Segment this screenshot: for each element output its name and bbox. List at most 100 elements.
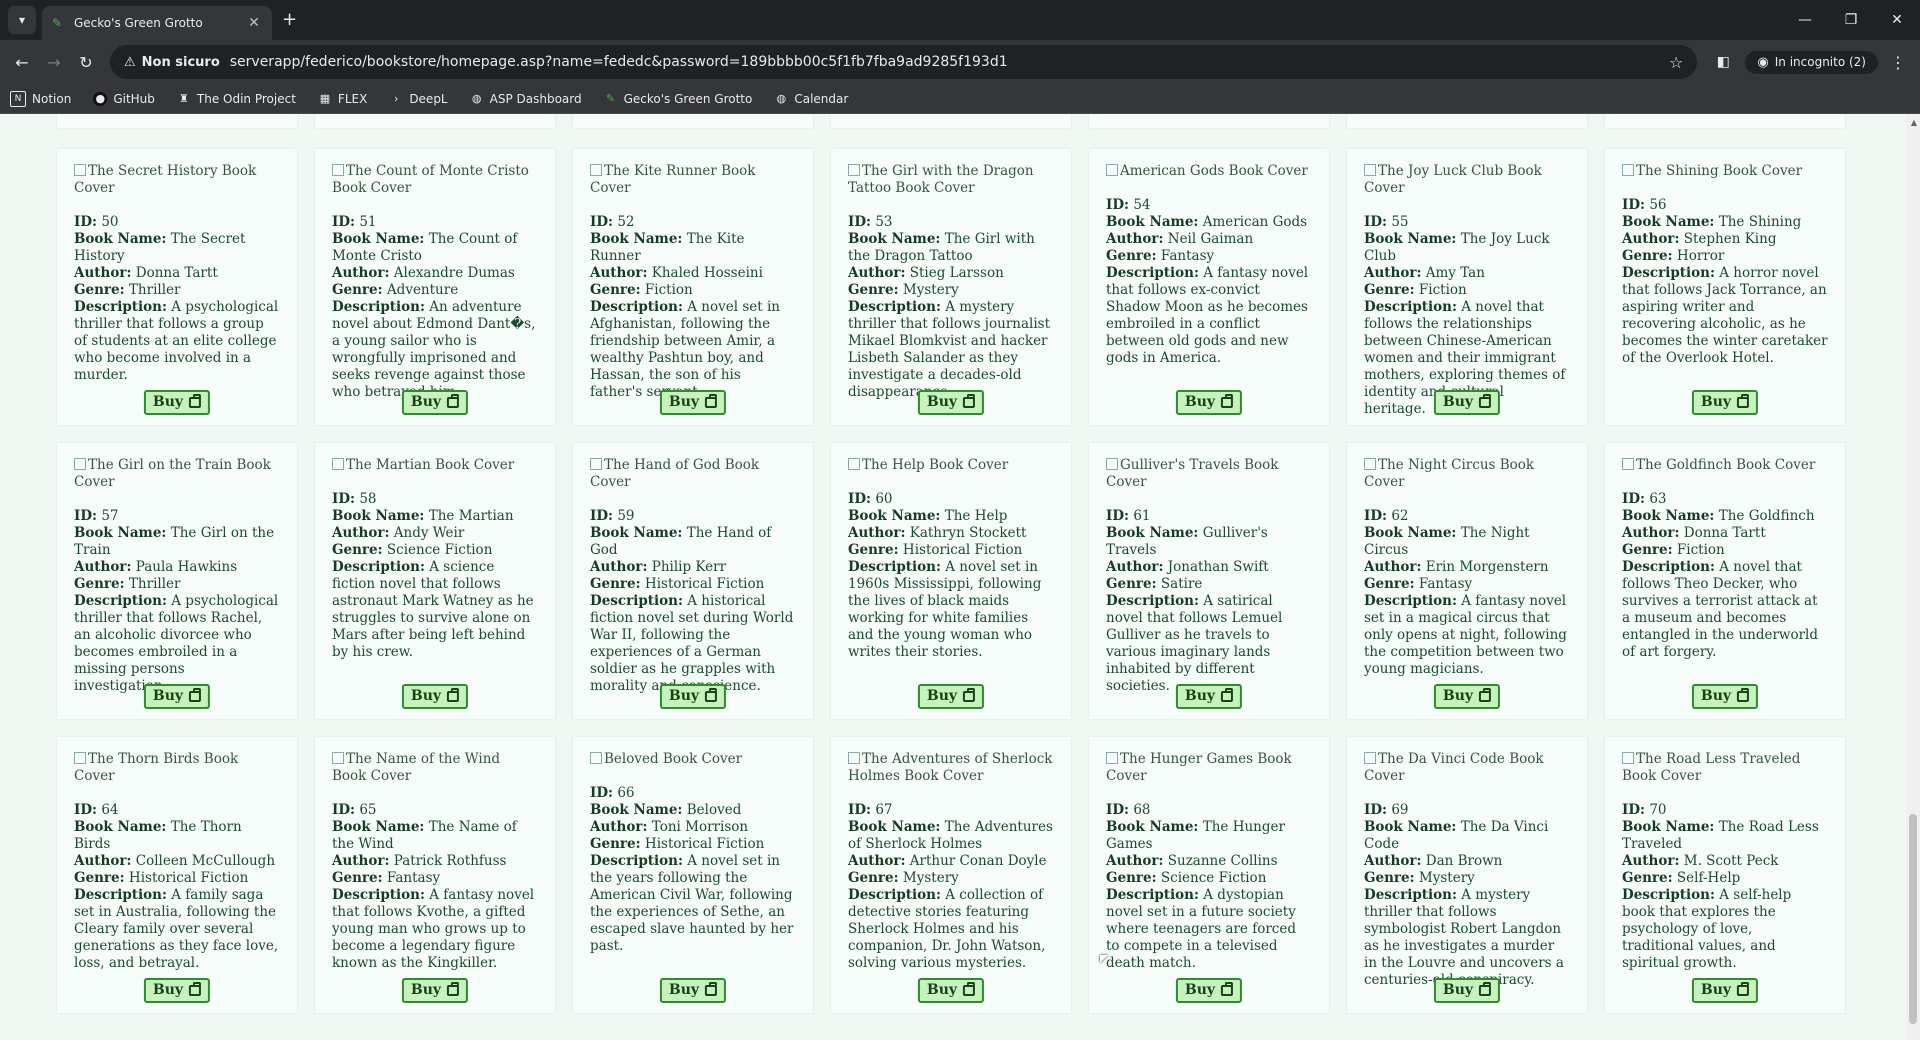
broken-image-icon [1622, 752, 1634, 764]
buy-button[interactable]: Buy [1691, 390, 1759, 415]
book-name: Book Name: The Joy Luck Club [1364, 231, 1550, 264]
tab-search-button[interactable]: ▾ [8, 6, 36, 34]
broken-image-icon [1622, 164, 1634, 176]
book-name: Book Name: The Secret History [74, 231, 246, 264]
buy-button[interactable]: Buy [1175, 390, 1243, 415]
active-tab[interactable]: ✎ Gecko's Green Grotto ✕ [42, 6, 272, 40]
warning-icon[interactable]: ⚠ [124, 55, 136, 70]
book-genre: Genre: Mystery [1364, 870, 1475, 886]
card-edge [831, 114, 1071, 128]
book-name: Book Name: The Adventures of Sherlock Ho… [848, 819, 1053, 852]
book-card: Gulliver's Travels Book Cover ID: 61 Book … [1089, 443, 1329, 719]
book-genre: Genre: Historical Fiction [590, 836, 765, 852]
broken-image-icon [848, 458, 860, 470]
scrollbar-thumb[interactable] [1909, 814, 1917, 1024]
book-id: ID: 53 [848, 214, 893, 230]
tab-strip: ▾ ✎ Gecko's Green Grotto ✕ + — ❐ ✕ [0, 0, 1920, 40]
broken-image-icon [332, 458, 344, 470]
forward-icon[interactable]: → [40, 48, 68, 76]
address-bar[interactable]: ⚠ Non sicuro serverapp/federico/bookstor… [110, 45, 1698, 79]
book-description: Description: A novel set in Afghanistan,… [590, 299, 780, 400]
book-author: Author: Amy Tan [1364, 265, 1485, 281]
book-name: Book Name: Beloved [590, 802, 742, 818]
scroll-up-icon[interactable]: ▲ [1911, 118, 1917, 127]
url-text[interactable]: serverapp/federico/bookstore/homepage.as… [230, 54, 1669, 70]
book-card: The Martian Book Cover ID: 58 Book Name: T… [315, 443, 555, 719]
buy-button[interactable]: Buy [1175, 684, 1243, 709]
book-id: ID: 59 [590, 508, 635, 524]
book-author: Author: Kathryn Stockett [848, 525, 1027, 541]
close-tab-icon[interactable]: ✕ [246, 15, 262, 31]
book-cover-image: The Thorn Birds Book Cover [74, 751, 239, 784]
book-card: The Girl on the Train Book Cover ID: 57 Bo… [57, 443, 297, 719]
page-scrollbar[interactable]: ▲ [1906, 114, 1920, 1040]
book-description: Description: A mystery thriller that fol… [1364, 887, 1564, 988]
cart-icon [1737, 982, 1750, 996]
book-description: Description: A fantasy novel that follow… [332, 887, 535, 971]
bookmark-deepl[interactable]: › DeepL [389, 92, 448, 106]
buy-button[interactable]: Buy [917, 390, 985, 415]
buy-button[interactable]: Buy [143, 684, 211, 709]
not-secure-label[interactable]: Non sicuro [142, 55, 230, 70]
bookmark-notion[interactable]: N Notion [10, 90, 71, 107]
book-genre: Genre: Thriller [74, 576, 181, 592]
buy-button[interactable]: Buy [1433, 390, 1501, 415]
book-genre: Genre: Historical Fiction [590, 576, 765, 592]
bookmark-asp-dashboard[interactable]: ◍ ASP Dashboard [470, 92, 582, 106]
book-cover-image: The Girl with the Dragon Tattoo Book Cov… [848, 163, 1034, 196]
bookmark-github[interactable]: ● GitHub [93, 91, 155, 106]
book-name: Book Name: Gulliver's Travels [1106, 525, 1268, 558]
book-name: Book Name: The Shining [1622, 214, 1802, 230]
cart-icon [705, 394, 718, 408]
bookmark-geckos-green-grotto[interactable]: ✎ Gecko's Green Grotto [604, 92, 752, 106]
book-genre: Genre: Science Fiction [332, 542, 493, 558]
cart-icon [1479, 982, 1492, 996]
card-edge [57, 114, 297, 128]
buy-button[interactable]: Buy [401, 390, 469, 415]
book-id: ID: 57 [74, 508, 119, 524]
broken-image-icon [848, 752, 860, 764]
minimize-icon[interactable]: — [1782, 0, 1828, 40]
back-icon[interactable]: ← [8, 48, 36, 76]
close-window-icon[interactable]: ✕ [1874, 0, 1920, 40]
broken-image-icon [590, 752, 602, 764]
bookmark-calendar[interactable]: ◍ Calendar [774, 92, 849, 106]
buy-button[interactable]: Buy [1691, 978, 1759, 1003]
bookmark-odin-project[interactable]: ♜ The Odin Project [177, 92, 296, 106]
reload-icon[interactable]: ↻ [72, 48, 100, 76]
book-card: The Night Circus Book Cover ID: 62 Book Na… [1347, 443, 1587, 719]
buy-button[interactable]: Buy [143, 390, 211, 415]
buy-button[interactable]: Buy [917, 684, 985, 709]
book-cover-image: The Road Less Traveled Book Cover [1622, 751, 1801, 784]
buy-button[interactable]: Buy [401, 684, 469, 709]
book-id: ID: 60 [848, 491, 893, 507]
book-author: Author: Alexandre Dumas [332, 265, 515, 281]
book-author: Author: Stieg Larsson [848, 265, 1004, 281]
book-cover-image: Beloved Book Cover [590, 751, 796, 768]
book-description: Description: A family saga set in Austra… [74, 887, 279, 971]
buy-button[interactable]: Buy [659, 684, 727, 709]
buy-button[interactable]: Buy [401, 978, 469, 1003]
buy-button[interactable]: Buy [143, 978, 211, 1003]
buy-button[interactable]: Buy [1175, 978, 1243, 1003]
browser-menu-icon[interactable]: ⋮ [1884, 53, 1912, 72]
buy-button[interactable]: Buy [1433, 978, 1501, 1003]
book-cover-image: The Martian Book Cover [332, 457, 538, 474]
book-id: ID: 52 [590, 214, 635, 230]
book-id: ID: 65 [332, 802, 377, 818]
side-panel-icon[interactable]: ◧ [1707, 54, 1739, 70]
new-tab-button[interactable]: + [282, 9, 297, 30]
buy-button[interactable]: Buy [659, 390, 727, 415]
bookmark-star-icon[interactable]: ☆ [1669, 53, 1683, 72]
book-card: The Road Less Traveled Book Cover ID: 70 B… [1605, 737, 1845, 1013]
buy-button[interactable]: Buy [917, 978, 985, 1003]
incognito-badge[interactable]: ◉ In incognito (2) [1745, 50, 1878, 74]
book-name: Book Name: The Night Circus [1364, 525, 1530, 558]
bookmark-flex[interactable]: ▦ FLEX [318, 92, 368, 106]
buy-button[interactable]: Buy [659, 978, 727, 1003]
buy-button[interactable]: Buy [1691, 684, 1759, 709]
book-cover-image: The Da Vinci Code Book Cover [1364, 751, 1544, 784]
restore-icon[interactable]: ❐ [1828, 0, 1874, 40]
buy-button[interactable]: Buy [1433, 684, 1501, 709]
broken-image-icon [590, 458, 602, 470]
